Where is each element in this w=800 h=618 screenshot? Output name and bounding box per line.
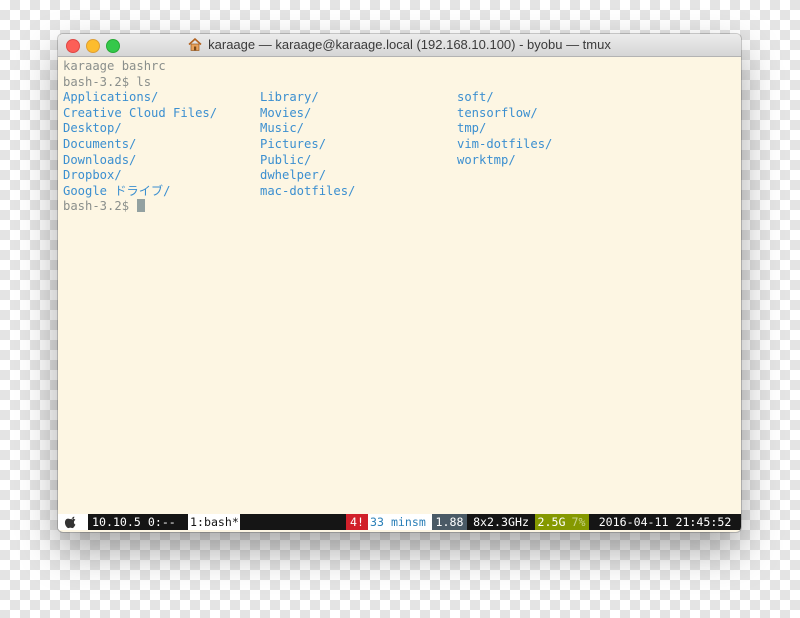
ls-entry: tensorflow/ [457,105,538,120]
window-title-container: karaage — karaage@karaage.local (192.168… [58,37,741,52]
ls-entry: mac-dotfiles/ [260,183,356,198]
cpu-info: 8x2.3GHz [467,514,535,530]
status-spacer [240,514,346,530]
prompt-line[interactable]: bash-3.2$ [63,199,741,215]
title-bar[interactable]: karaage — karaage@karaage.local (192.168… [58,34,741,57]
uptime-indicator: 33 minsm [368,514,430,530]
ls-entry: Public/ [260,152,312,167]
ls-entry: worktmp/ [457,152,516,167]
os-logo-segment [58,514,88,530]
ls-entry: Desktop/ [63,121,122,136]
terminal-content[interactable]: karaage bashrc bash-3.2$ ls Applications… [63,59,741,215]
ls-entry: Music/ [260,121,305,136]
terminal-window: karaage — karaage@karaage.local (192.168… [58,34,741,532]
ls-entry: dwhelper/ [260,168,327,183]
ls-entry: Movies/ [260,105,312,120]
ls-output: Applications/ Library/ soft/ Creative Cl… [63,90,741,199]
ls-entry: soft/ [457,90,494,105]
home-icon [188,38,202,51]
session-name: 0:-- [147,515,176,529]
terminal-line: bash-3.2$ ls [63,74,152,89]
ls-entry: tmp/ [457,121,487,136]
tmux-window-tab[interactable]: 1:bash* [188,514,240,530]
load-average: 1.88 [432,514,467,530]
os-version: 10.10.5 [92,515,141,529]
ls-entry: Creative Cloud Files/ [63,105,218,120]
memory-usage: 2.5G [535,514,568,530]
ls-entry: Applications/ [63,90,159,105]
byobu-status-bar: 10.10.5 0:-- 1:bash* 4! 33 minsm 1.88 8x… [58,514,741,530]
ls-entry: vim-dotfiles/ [457,136,553,151]
ls-entry: Google ドライブ/ [63,183,171,198]
ls-entry: Downloads/ [63,152,137,167]
ls-entry: Pictures/ [260,136,327,151]
prompt: bash-3.2$ [63,199,137,214]
ls-entry: Library/ [260,90,319,105]
date-time: 2016-04-11 21:45:52 [589,514,741,530]
window-title: karaage — karaage@karaage.local (192.168… [208,37,611,52]
ls-entry: Documents/ [63,136,137,151]
apple-icon [64,516,76,529]
ls-entry-empty [457,184,654,200]
text-cursor [137,199,146,213]
terminal-line: karaage bashrc [63,59,166,73]
updates-badge: 4! [346,514,368,530]
memory-percent: 7% [568,514,589,530]
ls-entry: Dropbox/ [63,168,122,183]
ls-entry-empty [457,168,654,184]
